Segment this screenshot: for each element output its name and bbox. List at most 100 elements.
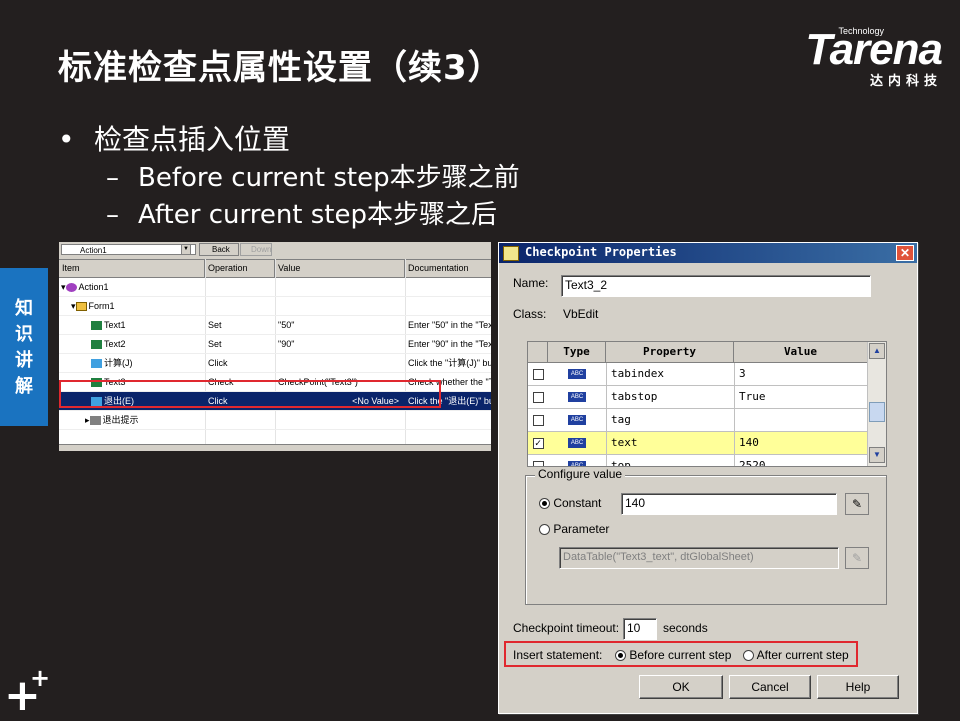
table-row[interactable]: ▾ Form1 bbox=[59, 297, 491, 316]
column-header-documentation[interactable]: Documentation bbox=[405, 260, 491, 277]
row-item: 退出提示 bbox=[102, 415, 139, 425]
table-row[interactable]: ▾ Action1 bbox=[59, 278, 491, 297]
side-tab-label: 知识讲解 bbox=[0, 268, 48, 400]
row-value: "90" bbox=[278, 339, 295, 349]
seconds-label: seconds bbox=[663, 621, 708, 635]
property-checkbox[interactable] bbox=[532, 414, 544, 426]
string-type-icon: ABC bbox=[568, 438, 586, 448]
grid-scrollbar[interactable]: ▲ ▼ bbox=[867, 342, 886, 466]
property-checkbox[interactable] bbox=[532, 391, 544, 403]
timeout-input[interactable]: 10 bbox=[623, 618, 657, 640]
string-type-icon: ABC bbox=[568, 392, 586, 402]
radio-selected-icon[interactable] bbox=[539, 498, 550, 510]
property-name: tabindex bbox=[606, 363, 734, 385]
side-tab-char: 讲 bbox=[15, 350, 33, 371]
property-row[interactable]: ABC tabstop True bbox=[528, 386, 886, 409]
column-header-operation[interactable]: Operation bbox=[205, 260, 275, 277]
property-value: 2520 bbox=[734, 455, 862, 466]
highlight-box bbox=[504, 641, 858, 667]
row-operation: Set bbox=[208, 339, 222, 349]
property-value: 3 bbox=[734, 363, 862, 385]
close-button[interactable]: ✕ bbox=[896, 245, 914, 261]
cancel-button[interactable]: Cancel bbox=[729, 675, 811, 699]
grid-header-type[interactable]: Type bbox=[548, 342, 606, 362]
row-operation: Set bbox=[208, 320, 222, 330]
property-row[interactable]: ABC top 2520 bbox=[528, 455, 886, 466]
column-header-value[interactable]: Value bbox=[275, 260, 405, 277]
table-row[interactable]: Text1 Set "50" Enter "50" in the "Text1"… bbox=[59, 316, 491, 335]
back-button[interactable]: Back bbox=[199, 243, 239, 256]
checkpoint-icon bbox=[503, 246, 519, 261]
view-tabs[interactable] bbox=[59, 444, 491, 451]
string-type-icon: ABC bbox=[568, 415, 586, 425]
slide-title: 标准检查点属性设置（续3） bbox=[58, 48, 503, 88]
table-row[interactable]: Text2 Set "90" Enter "90" in the "Text2"… bbox=[59, 335, 491, 354]
bullet-list: • 检查点插入位置 – Before current step本步骤之前 – Afte… bbox=[58, 120, 520, 234]
parameter-radio[interactable]: Parameter bbox=[539, 522, 609, 536]
class-value: VbEdit bbox=[563, 307, 599, 321]
tarena-logo: Technology Tarena 达内科技 bbox=[805, 22, 943, 89]
property-name: tag bbox=[606, 409, 734, 431]
tree-expand-icon[interactable]: ▾ bbox=[61, 282, 66, 292]
dash-icon: – bbox=[106, 163, 119, 193]
scroll-up-icon[interactable]: ▲ bbox=[869, 343, 885, 359]
property-name: top bbox=[606, 455, 734, 466]
row-value: "50" bbox=[278, 320, 295, 330]
timeout-label: Checkpoint timeout: bbox=[513, 621, 620, 635]
constant-radio[interactable]: Constant bbox=[539, 496, 601, 510]
keyword-view-toolbar: Action1 ▼ Back Down bbox=[59, 242, 491, 260]
row-item: Action1 bbox=[78, 282, 109, 292]
dash-icon: – bbox=[106, 200, 119, 230]
dialog-icon bbox=[89, 416, 101, 426]
scroll-thumb[interactable] bbox=[869, 402, 885, 422]
action-combo[interactable]: Action1 bbox=[61, 244, 196, 255]
row-item: 计算(J) bbox=[104, 358, 133, 368]
constant-label: Constant bbox=[553, 496, 602, 510]
grid-header: Type Property Value bbox=[528, 342, 886, 363]
side-tab-char: 解 bbox=[15, 376, 33, 397]
property-row[interactable]: ABC tag bbox=[528, 409, 886, 432]
plus-small-icon: + bbox=[30, 664, 51, 692]
bullet-sub-after-text: After current step本步骤之后 bbox=[138, 200, 497, 230]
side-tab-char: 识 bbox=[15, 324, 33, 345]
property-row[interactable]: ABC tabindex 3 bbox=[528, 363, 886, 386]
parameter-input[interactable]: DataTable("Text3_text", dtGlobalSheet) bbox=[559, 547, 839, 569]
side-tab-char: 知 bbox=[15, 298, 33, 319]
row-item: Text2 bbox=[104, 339, 126, 349]
row-documentation: Enter "50" in the "Text1" e bbox=[408, 320, 491, 330]
row-documentation: Click the "计算(J)" button. bbox=[408, 358, 491, 368]
scroll-down-icon[interactable]: ▼ bbox=[869, 447, 885, 463]
dialog-title: Checkpoint Properties bbox=[525, 245, 677, 259]
row-operation: Click bbox=[208, 358, 228, 368]
property-checkbox-checked[interactable]: ✓ bbox=[532, 437, 544, 449]
column-header-item[interactable]: Item bbox=[59, 260, 205, 277]
help-button[interactable]: Help bbox=[817, 675, 899, 699]
grid-header-check bbox=[528, 342, 548, 362]
side-tab: 知识讲解 bbox=[0, 268, 48, 426]
property-checkbox[interactable] bbox=[532, 368, 544, 380]
chevron-down-icon[interactable]: ▼ bbox=[181, 244, 191, 255]
grid-header-value[interactable]: Value bbox=[734, 342, 868, 362]
ok-button[interactable]: OK bbox=[639, 675, 723, 699]
edit-parameter-icon[interactable]: ✎ bbox=[845, 547, 869, 569]
table-row[interactable]: ▸ 退出提示 bbox=[59, 411, 491, 430]
forward-button[interactable]: Down bbox=[240, 243, 272, 256]
string-type-icon: ABC bbox=[568, 369, 586, 379]
edit-value-icon[interactable]: ✎ bbox=[845, 493, 869, 515]
grid-header-property[interactable]: Property bbox=[606, 342, 734, 362]
dialog-title-bar: Checkpoint Properties ✕ bbox=[499, 243, 917, 263]
bullet-sub-before: – Before current step本步骤之前 bbox=[58, 160, 520, 197]
radio-unselected-icon[interactable] bbox=[539, 524, 550, 536]
name-field[interactable]: Text3_2 bbox=[561, 275, 871, 297]
parameter-label: Parameter bbox=[553, 522, 610, 536]
button-icon bbox=[91, 359, 102, 369]
constant-input[interactable]: 140 bbox=[621, 493, 837, 515]
edit-icon bbox=[91, 340, 102, 350]
property-row-selected[interactable]: ✓ ABC text 140 bbox=[528, 432, 886, 455]
form-icon bbox=[75, 302, 87, 312]
bullet-dot-icon: • bbox=[58, 123, 75, 156]
class-label: Class: bbox=[513, 307, 547, 321]
table-row[interactable]: 计算(J) Click Click the "计算(J)" button. bbox=[59, 354, 491, 373]
property-value: True bbox=[734, 386, 862, 408]
action-icon bbox=[65, 283, 77, 293]
